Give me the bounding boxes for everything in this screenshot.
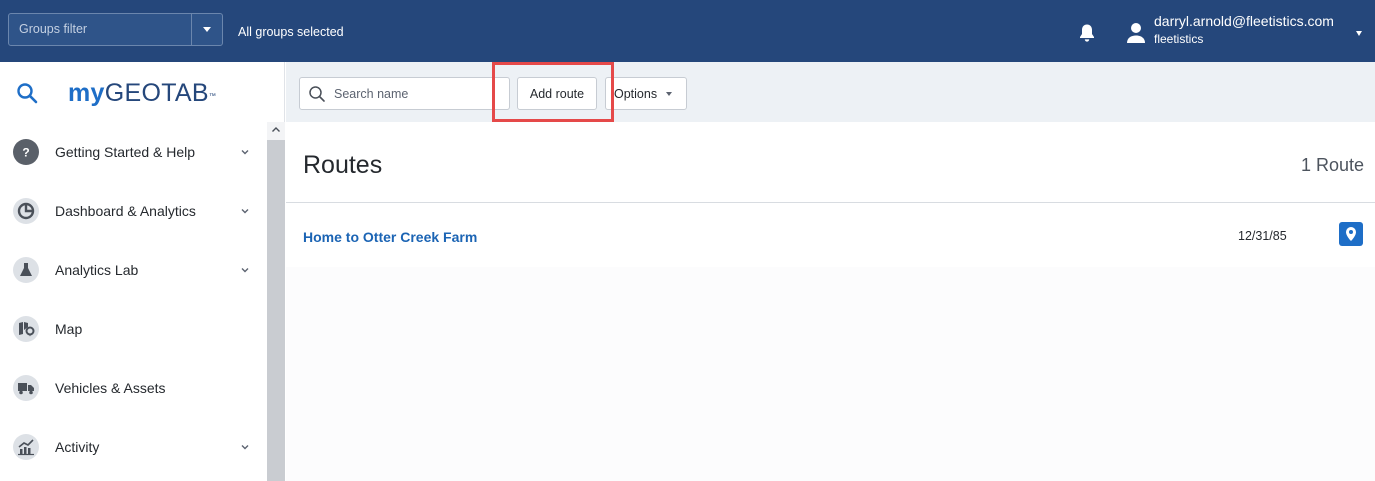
scrollbar-thumb[interactable] xyxy=(267,140,285,481)
page-toolbar: Search name Add route Options xyxy=(286,62,1375,122)
svg-text:?: ? xyxy=(22,145,29,159)
mygeotab-logo[interactable]: myGEOTAB™ xyxy=(68,78,216,108)
sidebar-item-label: Map xyxy=(55,320,83,337)
caret-down-icon xyxy=(203,27,211,32)
sidebar-scrollbar[interactable] xyxy=(267,122,285,481)
sidebar-item-dashboard-analytics[interactable]: Dashboard & Analytics xyxy=(0,181,267,240)
list-item[interactable]: Home to Otter Creek Farm 12/31/85 xyxy=(286,203,1375,267)
routes-panel: Routes 1 Route Home to Otter Creek Farm … xyxy=(286,122,1375,481)
chevron-down-icon[interactable] xyxy=(240,148,250,156)
user-icon[interactable] xyxy=(1126,22,1146,44)
user-email[interactable]: darryl.arnold@fleetistics.com xyxy=(1154,13,1334,29)
search-placeholder: Search name xyxy=(334,87,409,101)
options-button[interactable]: Options xyxy=(605,77,687,110)
groups-filter-input[interactable]: Groups filter xyxy=(9,14,191,45)
help-icon: ? xyxy=(13,138,39,165)
sidebar-item-label: Activity xyxy=(55,438,100,455)
sidebar-item-label: Getting Started & Help xyxy=(55,143,196,160)
sidebar-item-map[interactable]: Map xyxy=(0,299,267,358)
sidebar-item-vehicles-assets[interactable]: Vehicles & Assets xyxy=(0,358,267,417)
route-count: 1 Route xyxy=(1300,155,1364,175)
user-menu-caret-icon[interactable] xyxy=(1356,31,1362,36)
sidebar-item-label: Analytics Lab xyxy=(55,261,139,278)
search-icon[interactable] xyxy=(15,81,39,105)
search-icon xyxy=(309,86,325,102)
map-pin-icon[interactable] xyxy=(1339,222,1363,246)
groups-selection-status: All groups selected xyxy=(238,25,344,39)
map-icon xyxy=(13,315,39,342)
groups-filter-dropdown-button[interactable] xyxy=(191,14,222,45)
top-bar: Groups filter All groups selected darryl… xyxy=(0,0,1375,62)
scroll-up-arrow-icon[interactable] xyxy=(271,126,281,133)
list-empty-area xyxy=(286,267,1375,481)
truck-icon xyxy=(13,374,39,401)
notification-bell-icon[interactable] xyxy=(1078,23,1096,43)
chevron-down-icon[interactable] xyxy=(240,266,250,274)
sidebar: myGEOTAB™ ? Getting Started & Help Dashb… xyxy=(0,62,285,481)
route-name-link[interactable]: Home to Otter Creek Farm xyxy=(303,229,477,245)
chevron-down-icon[interactable] xyxy=(240,443,250,451)
groups-filter[interactable]: Groups filter xyxy=(8,13,223,46)
options-button-label: Options xyxy=(614,86,658,101)
caret-down-icon xyxy=(666,91,673,96)
activity-chart-icon xyxy=(13,433,39,460)
pie-chart-icon xyxy=(13,197,39,224)
sidebar-nav: ? Getting Started & Help Dashboard & Ana… xyxy=(0,122,267,476)
search-input[interactable]: Search name xyxy=(299,77,510,110)
flask-icon xyxy=(13,256,39,283)
sidebar-item-label: Vehicles & Assets xyxy=(55,379,166,396)
sidebar-item-getting-started-help[interactable]: ? Getting Started & Help xyxy=(0,122,267,181)
page-title: Routes xyxy=(303,151,383,179)
route-date: 12/31/85 xyxy=(1238,229,1287,243)
user-database: fleetistics xyxy=(1154,32,1204,46)
sidebar-item-label: Dashboard & Analytics xyxy=(55,202,196,219)
add-route-button[interactable]: Add route xyxy=(517,77,597,110)
sidebar-item-activity[interactable]: Activity xyxy=(0,417,267,476)
chevron-down-icon[interactable] xyxy=(240,207,250,215)
logo-row: myGEOTAB™ xyxy=(0,62,285,122)
sidebar-item-analytics-lab[interactable]: Analytics Lab xyxy=(0,240,267,299)
